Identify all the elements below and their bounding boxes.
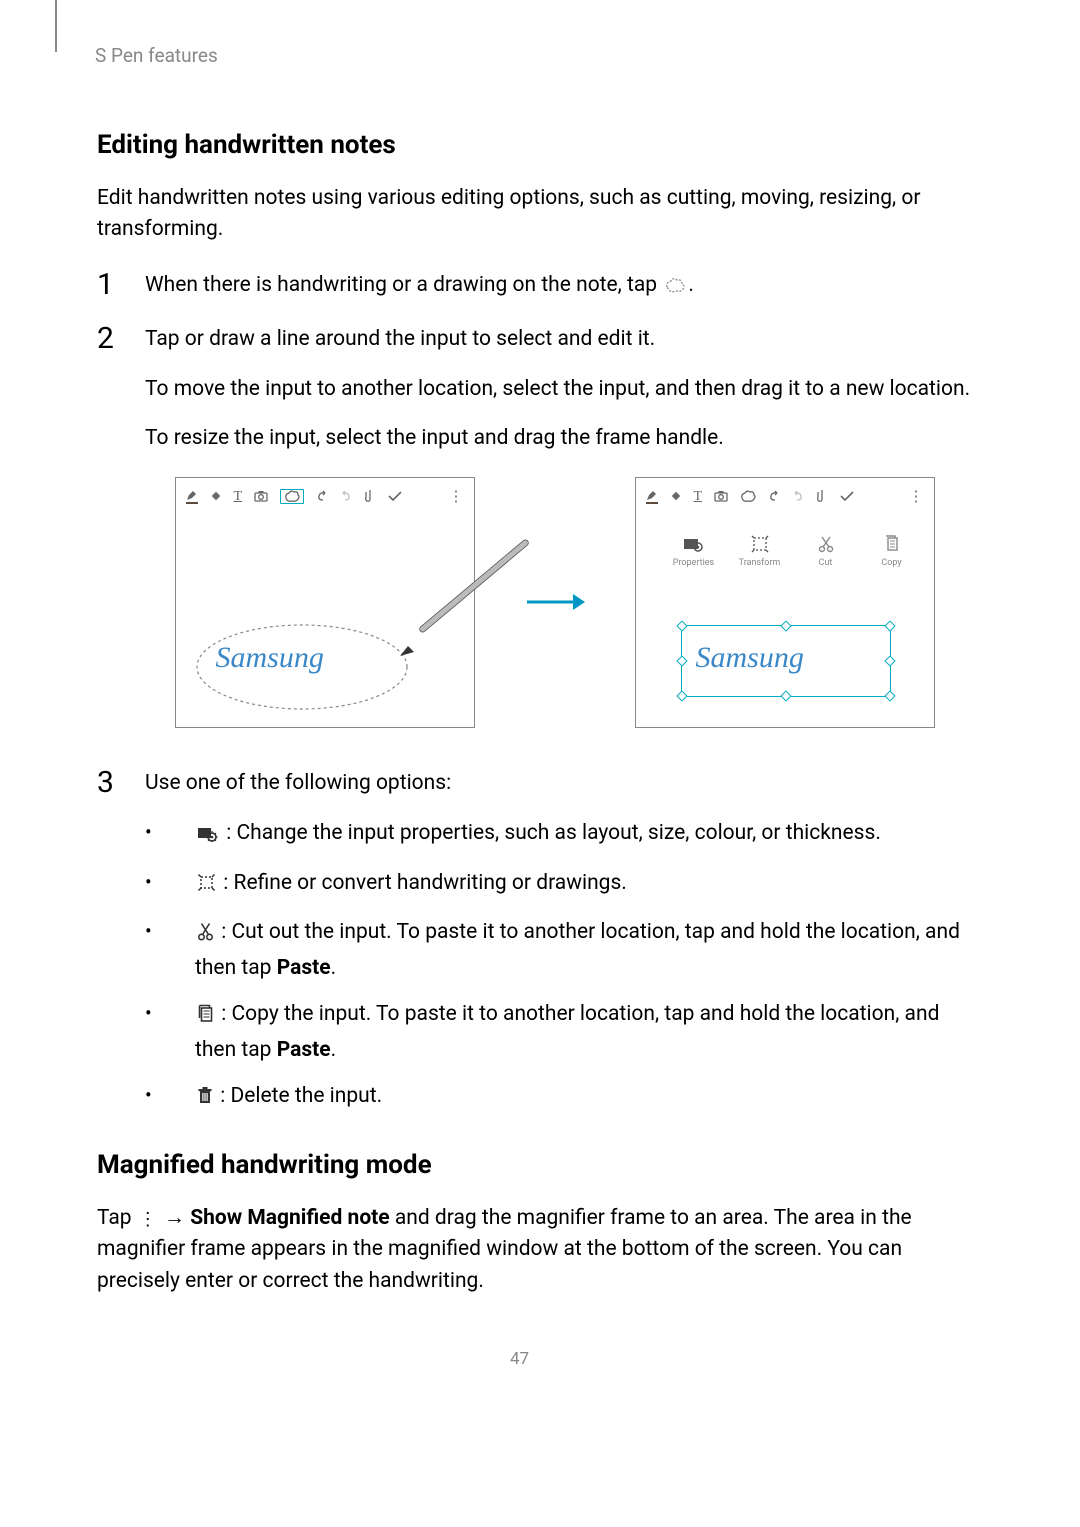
running-header: S Pen features [55,42,984,71]
cut-tool: Cut [798,533,854,571]
selection-cloud-icon [664,273,686,305]
stylus-pen-icon [394,508,554,668]
note-window-lasso: T ⋮ [175,477,475,728]
floating-edit-toolbar: Properties Transform Cut [666,533,920,571]
transform-icon [197,870,216,903]
step-text: Use one of the following options: [145,768,984,800]
step-number: 2 [97,316,114,361]
section-title: S Pen features [95,44,218,67]
check-icon [388,490,402,502]
steps-list: 1 When there is handwriting or a drawing… [97,270,984,1116]
copy-icon [884,533,900,555]
option-properties: • : Change the input properties, such as… [145,817,984,853]
text-icon: T [234,486,243,507]
show-magnified-note-label: Show Magnified note [190,1206,389,1230]
properties-gear-icon [197,820,219,853]
bullet-icon: • [145,817,152,848]
more-icon: ⋮ [449,489,464,504]
step-text: When there is handwriting or a drawing o… [145,270,984,305]
step-number: 3 [97,760,114,805]
paste-label: Paste [277,1038,331,1062]
heading-magnified-handwriting-mode: Magnified handwriting mode [97,1146,984,1185]
bullet-icon: • [145,916,152,947]
intro-paragraph: Edit handwritten notes using various edi… [97,183,984,246]
copy-tool: Copy [864,533,920,571]
step-2: 2 Tap or draw a line around the input to… [97,324,984,728]
text-icon: T [694,486,703,507]
page-number: 47 [55,1347,984,1373]
step-body: Tap or draw a line around the input to s… [145,324,984,728]
camera-icon [254,490,268,502]
figure-row: T ⋮ [125,477,984,728]
camera-icon [714,490,728,502]
note-canvas: Properties Transform Cut [636,515,934,727]
scissors-icon [818,533,834,555]
pen-icon [646,489,658,504]
page-content: Editing handwritten notes Edit handwritt… [55,126,984,1298]
bullet-icon: • [145,998,152,1029]
bullet-icon: • [145,1080,152,1111]
option-transform: • : Refine or convert handwriting or dra… [145,867,984,903]
selection-tool-icon [740,490,756,503]
handwriting-sample: Samsung [696,635,804,680]
step-body: When there is handwriting or a drawing o… [145,270,984,305]
step-text: Tap or draw a line around the input to s… [145,324,984,356]
undo-icon [768,490,780,502]
more-icon: ⋮ [909,489,924,504]
transform-icon [751,533,769,555]
redo-icon [340,490,352,502]
pen-icon [186,489,198,504]
check-icon [840,490,854,502]
attachment-icon [364,489,376,503]
bullet-icon: • [145,867,152,898]
step-text: To move the input to another location, s… [145,374,984,406]
selection-tool-icon [280,489,304,504]
undo-icon [316,490,328,502]
attachment-icon [816,489,828,503]
diamond-icon [210,490,222,502]
more-vertical-icon: ⋮ [139,1206,157,1233]
step-3: 3 Use one of the following options: • : … [97,768,984,1116]
scissors-icon [197,919,214,952]
copy-icon [197,1001,214,1034]
trash-icon [197,1083,213,1116]
step-body: Use one of the following options: • : Ch… [145,768,984,1116]
transform-tool: Transform [732,533,788,571]
options-bullet-list: • : Change the input properties, such as… [145,817,984,1116]
diamond-icon [670,490,682,502]
step-number: 1 [97,262,114,307]
option-cut: • : Cut out the input. To paste it to an… [145,916,984,984]
magnified-description: Tap ⋮ → Show Magnified note and drag the… [97,1203,984,1298]
handwriting-sample: Samsung [216,635,324,680]
properties-tool: Properties [666,533,722,571]
note-toolbar: T ⋮ [636,478,934,515]
option-delete: • : Delete the input. [145,1080,984,1116]
document-page: S Pen features Editing handwritten notes… [0,0,1080,1413]
redo-icon [792,490,804,502]
option-copy: • : Copy the input. To paste it to anoth… [145,998,984,1066]
paste-label: Paste [277,956,331,980]
properties-gear-icon [683,533,705,555]
heading-editing-handwritten-notes: Editing handwritten notes [97,126,984,165]
step-text: To resize the input, select the input an… [145,423,984,455]
note-window-selected: T ⋮ [635,477,935,728]
step-1: 1 When there is handwriting or a drawing… [97,270,984,305]
page-edge-rule [55,0,57,52]
